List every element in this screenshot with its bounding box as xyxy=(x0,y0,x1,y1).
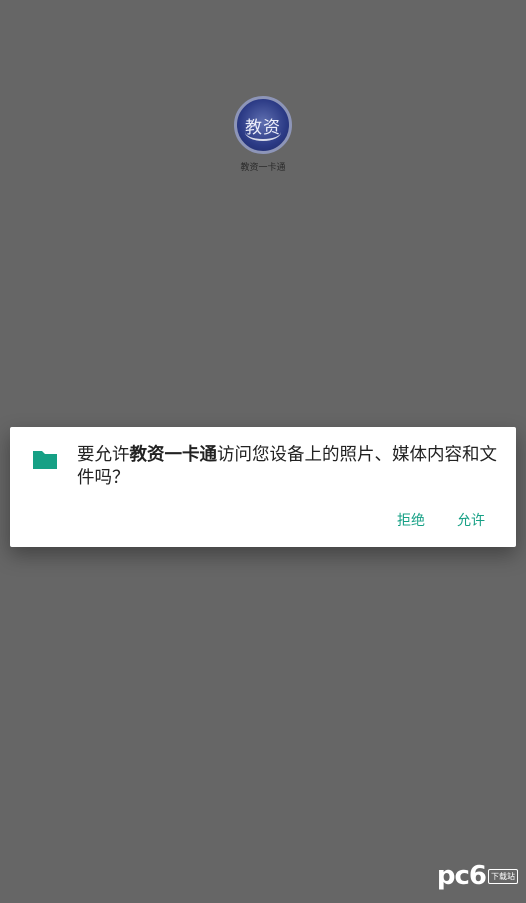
book-icon xyxy=(245,123,281,141)
folder-icon xyxy=(33,451,57,469)
deny-button[interactable]: 拒绝 xyxy=(397,510,425,530)
message-prefix: 要允许 xyxy=(77,445,130,465)
permission-message: 要允许教资一卡通访问您设备上的照片、媒体内容和文件吗？ xyxy=(77,444,507,490)
dialog-actions: 拒绝 允许 xyxy=(397,510,485,530)
watermark-logo: pc6 xyxy=(436,861,487,891)
app-name-label: 教资一卡通 xyxy=(240,163,286,173)
watermark: pc6 下载站 xyxy=(437,861,518,891)
app-logo: 教资 xyxy=(234,96,292,154)
watermark-sub: 下载站 xyxy=(488,868,518,884)
allow-button[interactable]: 允许 xyxy=(457,510,485,530)
message-app-name: 教资一卡通 xyxy=(129,445,218,465)
permission-dialog: 要允许教资一卡通访问您设备上的照片、媒体内容和文件吗？ 拒绝 允许 xyxy=(10,427,516,547)
splash-screen: 教资 教资一卡通 xyxy=(0,96,526,173)
